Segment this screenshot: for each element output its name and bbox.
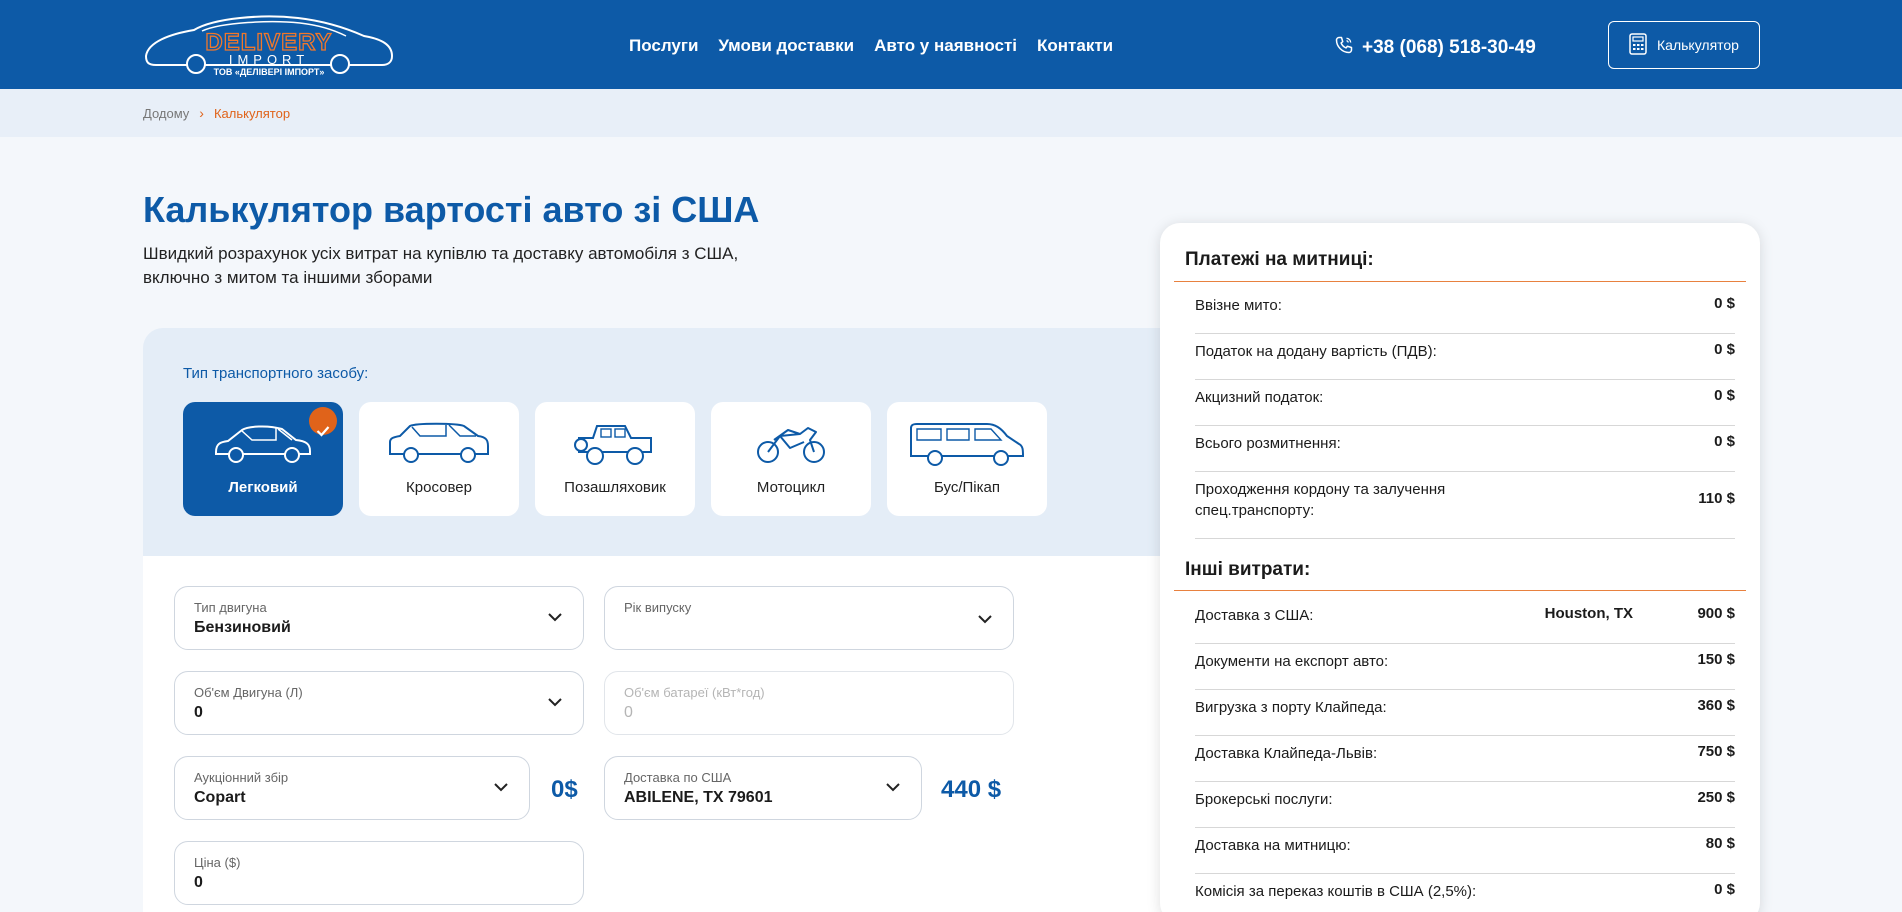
battery-capacity-label: Об'єм батареї (кВт*год) — [624, 685, 765, 700]
engine-volume-label: Об'єм Двигуна (Л) — [194, 685, 303, 700]
other-row-port-unloading: Вигрузка з порту Клайпеда: 360 $ — [1195, 697, 1735, 736]
offroad-icon — [574, 425, 652, 465]
breadcrumb: Додому › Калькулятор — [0, 89, 1902, 137]
customs-row-import-duty: Ввізне мито: 0 $ — [1195, 295, 1735, 334]
auction-fee-label: Аукціонний збір — [194, 770, 289, 785]
calculator-button-label: Калькулятор — [1657, 37, 1739, 53]
vehicle-type-car[interactable]: Легковий — [183, 402, 343, 516]
breadcrumb-current: Калькулятор — [213, 105, 291, 121]
delivery-import-logo[interactable]: DELIVERY IMPORT ТОВ «ДЕЛІВЕРІ ІМПОРТ» — [142, 12, 396, 78]
check-icon — [309, 407, 337, 437]
customs-row-border: Проходження кордону та залучення спец.тра… — [1195, 479, 1735, 539]
vehicle-type-motorcycle[interactable]: Мотоцикл — [711, 402, 871, 516]
customs-row-total: Всього розмитнення: 0 $ — [1195, 433, 1735, 472]
nav-delivery-terms[interactable]: Умови доставки — [718, 36, 854, 56]
year-select[interactable]: Рік випуску — [604, 586, 1014, 650]
vehicle-type-crossover-label: Кросовер — [406, 479, 472, 496]
customs-row-vat: Податок на додану вартість (ПДВ): 0 $ — [1195, 341, 1735, 380]
engine-volume-select[interactable]: Об'єм Двигуна (Л) 0 — [174, 671, 584, 735]
breadcrumb-home[interactable]: Додому — [143, 106, 189, 121]
van-icon — [910, 423, 1025, 466]
vehicle-type-van[interactable]: Бус/Пікап — [887, 402, 1047, 516]
price-input[interactable]: Ціна ($) 0 — [174, 841, 584, 905]
phone-number: +38 (068) 518-30-49 — [1362, 37, 1536, 58]
svg-text:IMPORT: IMPORT — [229, 52, 309, 67]
vehicle-type-crossover[interactable]: Кросовер — [359, 402, 519, 516]
auction-fee-select[interactable]: Аукціонний збір Copart — [174, 756, 530, 820]
us-delivery-value: ABILENE, TX 79601 — [624, 789, 773, 806]
us-delivery-select[interactable]: Доставка по США ABILENE, TX 79601 — [604, 756, 922, 820]
nav-cars-in-stock[interactable]: Авто у наявності — [874, 36, 1017, 56]
other-row-us-delivery-city: Houston, TX — [1544, 605, 1633, 622]
vehicle-type-panel: Тип транспортного засобу: Легковий Кросо… — [143, 328, 1163, 556]
chevron-down-icon — [978, 615, 992, 624]
price-label: Ціна ($) — [194, 855, 241, 870]
battery-capacity-value: 0 — [624, 704, 633, 721]
customs-divider — [1174, 281, 1746, 282]
page-subtitle: Швидкий розрахунок усіх витрат на купівл… — [143, 244, 739, 287]
calculator-icon — [1629, 32, 1647, 58]
main-nav: Послуги Умови доставки Авто у наявності … — [629, 36, 1113, 56]
us-delivery-label: Доставка по США — [624, 770, 732, 785]
chevron-down-icon — [494, 783, 508, 792]
vehicle-type-car-label: Легковий — [228, 479, 298, 496]
chevron-down-icon — [886, 783, 900, 792]
page-title: Калькулятор вартості авто зі США — [143, 189, 760, 230]
other-row-transfer-fee: Комісія за переказ коштів в США (2,5%): … — [1195, 881, 1735, 912]
crossover-icon — [389, 422, 489, 463]
calculator-form: Тип двигуна Бензиновий Рік випуску Об'єм… — [143, 556, 1163, 912]
other-row-export-docs: Документи на експорт авто: 150 $ — [1195, 651, 1735, 690]
motorcycle-icon — [757, 427, 825, 463]
vehicle-type-motorcycle-label: Мотоцикл — [756, 479, 826, 496]
engine-type-value: Бензиновий — [194, 619, 291, 636]
breadcrumb-separator-icon: › — [199, 105, 204, 121]
battery-capacity-field[interactable]: Об'єм батареї (кВт*год) 0 — [604, 671, 1014, 735]
chevron-down-icon — [548, 698, 562, 707]
vehicle-type-label: Тип транспортного засобу: — [183, 365, 369, 382]
customs-row-excise: Акцизний податок: 0 $ — [1195, 387, 1735, 426]
auction-fee-value: Copart — [194, 789, 246, 806]
other-row-klaipeda-lviv: Доставка Клайпеда-Львів: 750 $ — [1195, 743, 1735, 782]
nav-contacts[interactable]: Контакти — [1037, 36, 1113, 56]
engine-volume-value: 0 — [194, 704, 203, 721]
other-costs-section-title: Інші витрати: — [1185, 559, 1311, 580]
svg-text:ТОВ «ДЕЛІВЕРІ ІМПОРТ»: ТОВ «ДЕЛІВЕРІ ІМПОРТ» — [214, 67, 325, 77]
year-label: Рік випуску — [624, 600, 692, 615]
cost-summary-panel: Платежі на митниці: Ввізне мито: 0 $ Под… — [1160, 223, 1760, 912]
other-costs-divider — [1174, 590, 1746, 591]
engine-type-label: Тип двигуна — [194, 600, 267, 615]
vehicle-type-suv-label: Позашляховик — [564, 479, 666, 496]
vehicle-type-van-label: Бус/Пікап — [934, 479, 1000, 496]
car-icon — [215, 425, 311, 463]
nav-services[interactable]: Послуги — [629, 36, 698, 56]
other-row-customs-delivery: Доставка на митницю: 80 $ — [1195, 835, 1735, 874]
price-value: 0 — [194, 874, 203, 891]
us-delivery-amount: 440 $ — [941, 776, 1002, 803]
phone-icon — [1334, 35, 1354, 61]
calculator-button[interactable]: Калькулятор — [1608, 21, 1760, 69]
engine-type-select[interactable]: Тип двигуна Бензиновий — [174, 586, 584, 650]
auction-fee-amount: 0$ — [551, 776, 578, 803]
vehicle-type-suv[interactable]: Позашляховик — [535, 402, 695, 516]
site-header: DELIVERY IMPORT ТОВ «ДЕЛІВЕРІ ІМПОРТ» По… — [0, 0, 1902, 89]
customs-section-title: Платежі на митниці: — [1185, 249, 1374, 270]
phone-link[interactable]: +38 (068) 518-30-49 — [1334, 35, 1536, 61]
other-row-us-delivery: Доставка з США: Houston, TX 900 $ — [1195, 605, 1735, 644]
other-row-broker: Брокерські послуги: 250 $ — [1195, 789, 1735, 828]
chevron-down-icon — [548, 613, 562, 622]
